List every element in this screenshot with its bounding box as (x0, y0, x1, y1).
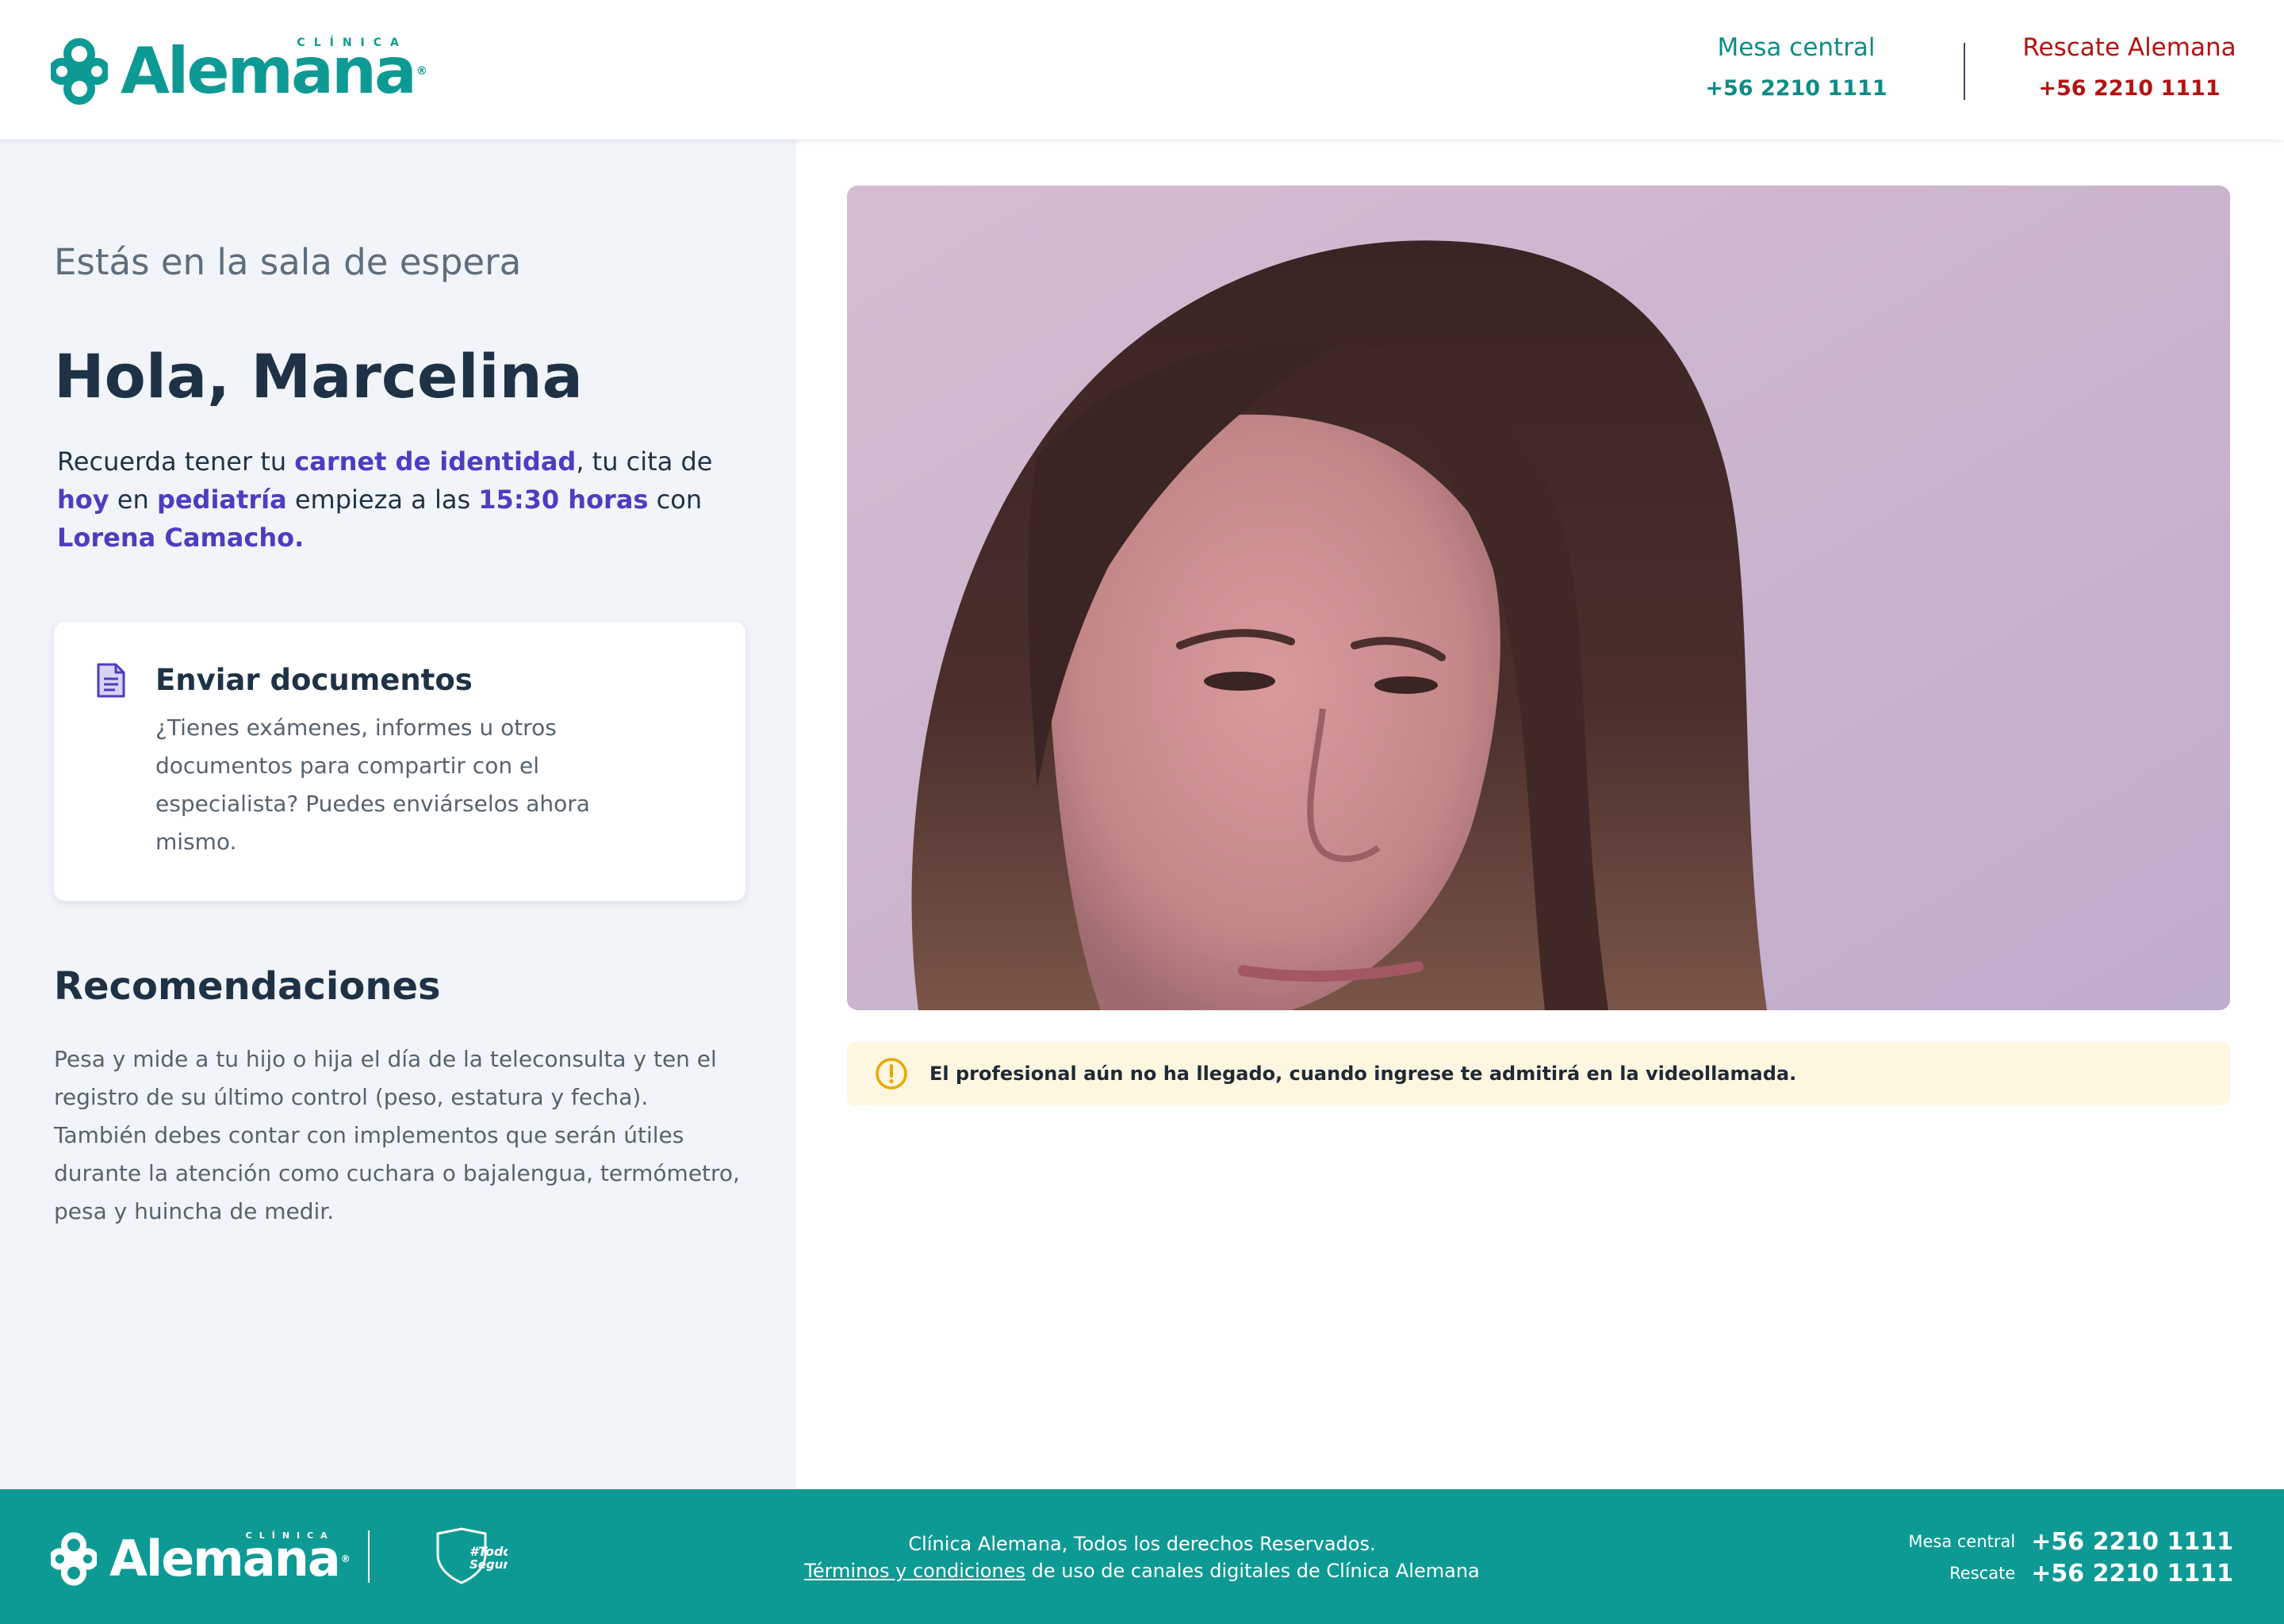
footer-terms: Términos y condiciones de uso de canales… (804, 1560, 1480, 1582)
reminder-specialty: pediatría (156, 485, 287, 515)
rescue-label: Rescate Alemana (2022, 33, 2236, 62)
logo-tagline: CLÍNICA (297, 36, 408, 49)
reminder-day: hoy (57, 485, 109, 515)
appointment-reminder: Recuerda tener tu carnet de identidad, t… (57, 446, 713, 553)
alemana-cross-icon (51, 38, 108, 105)
rescue-phone-link[interactable]: +56 2210 1111 (2014, 67, 2244, 111)
todos-seguros-shield-icon: #Todos Seguros (436, 1527, 508, 1584)
camera-feed-illustration (847, 186, 2230, 1010)
greeting-heading: Hola, Marcelina (54, 341, 583, 412)
footer-central-phone-link[interactable]: +56 2210 1111 (2031, 1528, 2233, 1556)
alemana-cross-icon (51, 1532, 97, 1586)
central-phone-link[interactable]: +56 2210 1111 (1705, 67, 1887, 111)
send-documents-title: Enviar documentos (155, 663, 473, 697)
waiting-notice-text: El profesional aún no ha llegado, cuando… (929, 1063, 1797, 1085)
footer-logo-tagline: CLÍNICA (245, 1530, 335, 1541)
footer-legal: Clínica Alemana, Todos los derechos Rese… (745, 1530, 1539, 1584)
footer-rescue-phone-link[interactable]: +56 2210 1111 (2031, 1560, 2233, 1588)
clinica-alemana-logo[interactable]: CLÍNICA Alemana ® (51, 32, 427, 111)
footer-rescue-label: Rescate (1949, 1564, 2016, 1583)
footer-logo[interactable]: CLÍNICA Alemana ® (51, 1527, 351, 1591)
footer-central-label: Mesa central (1908, 1532, 2016, 1551)
footer-contacts: Mesa central +56 2210 1111 Rescate +56 2… (1908, 1526, 2233, 1589)
header-rescue-contact: Rescate Alemana +56 2210 1111 (2014, 29, 2244, 111)
footer-divider (368, 1530, 370, 1583)
warning-circle-icon (876, 1058, 907, 1090)
footer-rights: Clínica Alemana, Todos los derechos Rese… (908, 1533, 1376, 1555)
waiting-room-panel: Estás en la sala de espera Hola, Marceli… (0, 140, 796, 1489)
recommendations-text: Pesa y mide a tu hijo o hija el día de l… (54, 1046, 740, 1224)
camera-preview (847, 186, 2230, 1010)
reminder-time: 15:30 horas (478, 485, 649, 515)
central-label: Mesa central (1717, 33, 1876, 62)
terms-link[interactable]: Términos y condiciones (804, 1560, 1025, 1582)
site-header: CLÍNICA Alemana ® Mesa central +56 2210 1… (0, 0, 2284, 140)
waiting-room-subtitle: Estás en la sala de espera (54, 241, 522, 283)
send-documents-card[interactable]: Enviar documentos ¿Tienes exámenes, info… (54, 622, 745, 901)
reminder-document: carnet de identidad (294, 446, 577, 477)
document-icon (97, 663, 125, 698)
waiting-notice: El profesional aún no ha llegado, cuando… (847, 1042, 2230, 1105)
recommendations-heading: Recomendaciones (54, 964, 441, 1009)
header-divider (1964, 43, 1965, 100)
badge-line2: Seguros (469, 1557, 508, 1572)
reminder-doctor: Lorena Camacho. (57, 523, 305, 553)
site-footer: CLÍNICA Alemana® #Todos Seguros Clínica … (0, 1489, 2284, 1624)
send-documents-description: ¿Tienes exámenes, informes u otros docum… (155, 714, 590, 855)
header-central-contact: Mesa central +56 2210 1111 (1705, 29, 1887, 111)
